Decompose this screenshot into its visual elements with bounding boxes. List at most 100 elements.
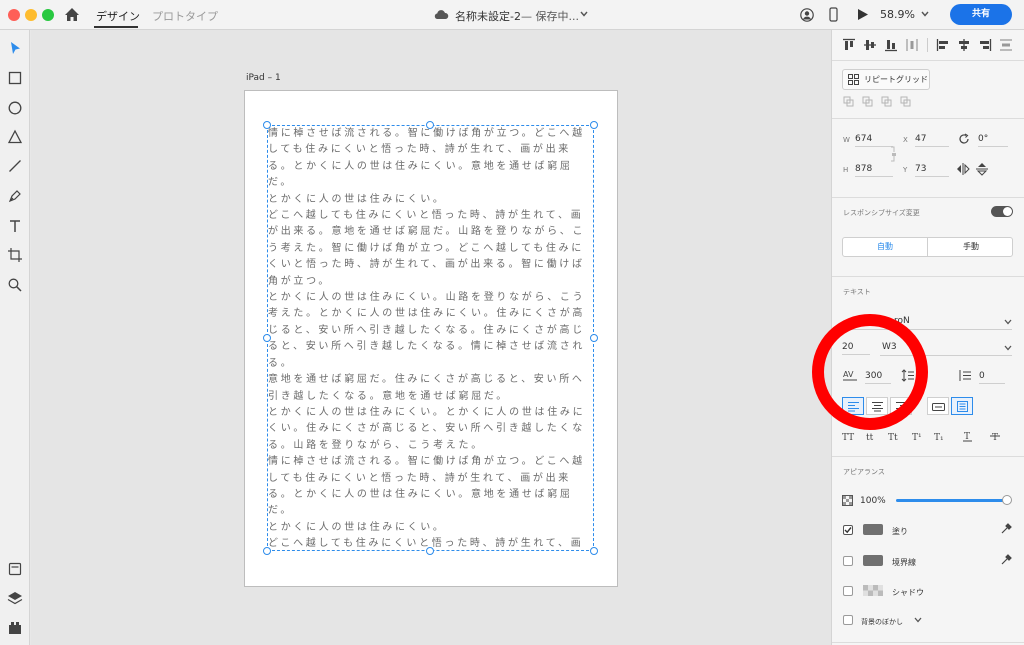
zoom-window-button[interactable] [42, 9, 54, 21]
rotation-field[interactable]: 0° [978, 134, 1008, 147]
annotation-circle [812, 314, 928, 430]
svg-text:tt: tt [866, 433, 874, 442]
text-transform-icons[interactable]: TT tt Tt T¹ T₁ T T [842, 430, 1002, 442]
border-label: 境界線 [892, 558, 916, 567]
handle-top-center[interactable] [426, 121, 434, 129]
text-box[interactable]: 情に棹させば流される。智に働けば角が立つ。どこへ越しても住みにくいと悟った時、詩… [267, 125, 594, 551]
fill-color-swatch[interactable] [863, 524, 883, 535]
text-tool-icon[interactable] [7, 218, 23, 234]
repeat-grid-icon [848, 74, 859, 85]
tab-design-underline [94, 26, 138, 28]
svg-text:T₁: T₁ [934, 433, 944, 442]
text-fixed-size-button[interactable] [951, 397, 973, 415]
border-checkbox[interactable] [843, 556, 853, 566]
fill-checkbox[interactable] [843, 525, 853, 535]
polygon-tool-icon[interactable] [7, 129, 23, 145]
align-top-icon[interactable] [842, 38, 856, 52]
tab-design[interactable]: デザイン [96, 8, 140, 24]
background-blur-checkbox[interactable] [843, 615, 853, 625]
section-divider [832, 118, 1024, 119]
handle-middle-right[interactable] [590, 334, 598, 342]
left-toolbar [0, 30, 30, 645]
shadow-checkbox[interactable] [843, 586, 853, 596]
ellipse-tool-icon[interactable] [7, 100, 23, 116]
shadow-swatch[interactable] [863, 585, 883, 596]
document-assets-icon[interactable] [7, 561, 23, 577]
zoom-tool-icon[interactable] [7, 277, 23, 293]
y-field[interactable]: 73 [915, 164, 949, 177]
handle-bottom-right[interactable] [590, 547, 598, 555]
boolean-ops-icon[interactable] [843, 96, 915, 108]
blur-chevron-icon[interactable] [914, 617, 922, 623]
y-label: Y [903, 166, 908, 174]
svg-text:Tt: Tt [888, 433, 898, 442]
chevron-down-icon[interactable] [580, 11, 588, 17]
minimize-window-button[interactable] [25, 9, 37, 21]
background-blur-label: 背景のぼかし [861, 618, 903, 626]
share-button[interactable]: 共有 [950, 4, 1012, 25]
opacity-slider-track[interactable] [896, 499, 1006, 502]
home-icon[interactable] [64, 7, 80, 22]
top-bar: デザイン プロトタイプ 名称未設定-2 — 保存中... 58.9% 共有 [0, 0, 1024, 30]
auto-mode-button[interactable]: 自動 [843, 238, 928, 256]
width-field[interactable]: 674 [855, 134, 893, 147]
user-icon[interactable] [800, 8, 814, 22]
text-auto-width-button[interactable] [927, 397, 949, 415]
handle-middle-left[interactable] [263, 334, 271, 342]
lock-aspect-icon[interactable] [890, 146, 898, 162]
zoom-level[interactable]: 58.9% [880, 8, 915, 21]
width-label: W [843, 136, 850, 144]
plugins-icon[interactable] [7, 620, 23, 636]
rotate-icon [959, 133, 969, 144]
document-title[interactable]: 名称未設定-2 [455, 8, 521, 24]
svg-text:T: T [992, 433, 998, 442]
distribute-horizontal-icon[interactable] [999, 38, 1013, 52]
x-field[interactable]: 47 [915, 134, 949, 147]
distribute-vertical-icon[interactable] [905, 38, 919, 52]
align-center-icon[interactable] [957, 38, 971, 52]
align-right-icon[interactable] [978, 38, 992, 52]
handle-top-left[interactable] [263, 121, 271, 129]
fill-label: 塗り [892, 527, 908, 536]
artboard-tool-icon[interactable] [7, 247, 23, 263]
layers-icon[interactable] [7, 590, 23, 606]
checkmark-icon [844, 527, 852, 534]
paragraph-spacing-icon [959, 370, 971, 381]
align-middle-icon[interactable] [863, 38, 877, 52]
play-icon[interactable] [857, 8, 869, 21]
paragraph-spacing-field[interactable]: 0 [979, 371, 1005, 384]
border-eyedropper-icon[interactable] [1000, 554, 1012, 566]
select-tool-icon[interactable] [7, 40, 23, 56]
manual-mode-button[interactable]: 手動 [929, 238, 1013, 256]
responsive-toggle[interactable] [991, 206, 1013, 217]
repeat-grid-button[interactable]: リピートグリッド [842, 69, 930, 90]
flip-vertical-icon[interactable] [976, 162, 988, 176]
opacity-slider-thumb[interactable] [1002, 495, 1012, 505]
device-preview-icon[interactable] [829, 7, 838, 22]
line-tool-icon[interactable] [7, 158, 23, 174]
handle-bottom-left[interactable] [263, 547, 271, 555]
zoom-chevron-icon[interactable] [921, 11, 929, 17]
handle-bottom-center[interactable] [426, 547, 434, 555]
section-divider [832, 456, 1024, 457]
rectangle-tool-icon[interactable] [7, 70, 23, 86]
flip-horizontal-icon[interactable] [956, 163, 970, 175]
x-label: X [903, 136, 908, 144]
height-field[interactable]: 878 [855, 164, 893, 177]
artboard-label[interactable]: iPad – 1 [246, 73, 281, 83]
align-left-icon[interactable] [936, 38, 950, 52]
close-window-button[interactable] [8, 9, 20, 21]
font-weight-chevron-icon [1004, 345, 1012, 351]
pen-tool-icon[interactable] [7, 188, 23, 204]
eyedropper-icon[interactable] [1000, 523, 1012, 535]
shadow-label: シャドウ [892, 588, 924, 597]
align-bottom-icon[interactable] [884, 38, 898, 52]
align-divider [927, 38, 928, 52]
tab-prototype[interactable]: プロトタイプ [152, 8, 218, 24]
border-color-swatch[interactable] [863, 555, 883, 566]
opacity-value[interactable]: 100% [860, 496, 886, 506]
handle-top-right[interactable] [590, 121, 598, 129]
body-text: 情に棹させば流される。智に働けば角が立つ。どこへ越しても住みにくいと悟った時、詩… [268, 128, 586, 550]
section-divider [832, 60, 1024, 61]
svg-text:TT: TT [842, 433, 854, 442]
